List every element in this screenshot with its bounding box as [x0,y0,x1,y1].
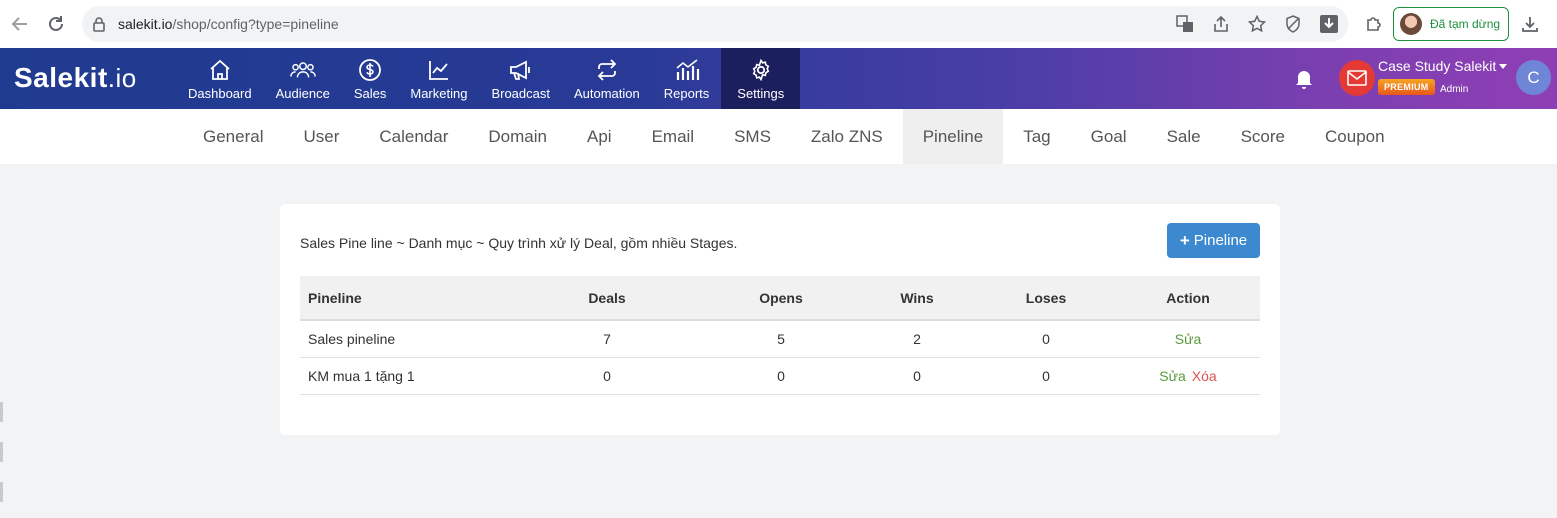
deals-count: 0 [510,357,704,395]
users-icon [289,57,316,83]
chart-line-icon [426,57,452,83]
col-header-loses[interactable]: Loses [976,276,1116,321]
share-icon[interactable] [1210,13,1232,35]
plan-badge: PREMIUM [1378,79,1435,95]
card-description: Sales Pine line ~ Danh mục ~ Quy trình x… [300,235,738,251]
pipeline-card: Sales Pine line ~ Danh mục ~ Quy trình x… [280,204,1280,435]
edge-marker [0,402,3,422]
salekit-logo[interactable]: Salekit.io [14,62,137,94]
pipeline-table: Pineline Deals Opens Wins Loses Action S… [300,276,1260,395]
tab-tag[interactable]: Tag [1003,109,1070,164]
tab-calendar[interactable]: Calendar [359,109,468,164]
tab-user[interactable]: User [283,109,359,164]
tab-zalo-zns[interactable]: Zalo ZNS [791,109,903,164]
table-row: Sales pineline 7 5 2 0 Sửa [300,320,1260,358]
col-header-deals[interactable]: Deals [510,276,704,321]
tab-score[interactable]: Score [1221,109,1305,164]
lock-icon [92,16,106,37]
tab-sale[interactable]: Sale [1147,109,1221,164]
delete-link[interactable]: Xóa [1192,368,1217,384]
nav-settings[interactable]: Settings [721,48,801,109]
mail-icon[interactable] [1339,60,1375,96]
tab-pineline[interactable]: Pineline [902,109,1004,164]
tab-domain[interactable]: Domain [468,109,567,164]
plus-icon: + [1179,230,1190,250]
pipeline-name: KM mua 1 tặng 1 [300,357,510,395]
profile-status-label: Đã tạm dừng [1430,17,1501,31]
settings-tabs: General User Calendar Domain Api Email S… [0,109,1557,164]
home-icon [207,57,233,83]
account-name[interactable]: Case Study Salekit [1378,58,1496,74]
tab-sms[interactable]: SMS [714,109,791,164]
nav-sales[interactable]: Sales [342,48,399,109]
col-header-wins[interactable]: Wins [858,276,976,321]
address-bar[interactable]: salekit.io/shop/config?type=pineline [82,6,1348,42]
back-arrow-icon[interactable] [8,12,32,36]
pipeline-name: Sales pineline [300,320,510,358]
nav-automation[interactable]: Automation [562,48,652,109]
wins-count: 0 [858,357,976,395]
download-box-icon[interactable] [1318,13,1340,35]
gear-icon [748,57,774,83]
translate-icon[interactable] [1174,13,1196,35]
shield-icon[interactable] [1282,13,1304,35]
main-nav: Dashboard Audience Sales Marketing Broad… [176,48,801,109]
loses-count: 0 [976,320,1116,358]
loses-count: 0 [976,357,1116,395]
table-header-row: Pineline Deals Opens Wins Loses Action [300,276,1260,321]
profile-button[interactable]: Đã tạm dừng [1393,7,1509,41]
nav-dashboard[interactable]: Dashboard [176,48,264,109]
nav-marketing[interactable]: Marketing [398,48,479,109]
downloads-icon[interactable] [1518,12,1542,36]
repeat-icon [594,57,620,83]
action-cell: Sửa [1116,320,1260,358]
opens-count: 5 [704,320,858,358]
edge-marker [0,442,3,462]
col-header-pineline[interactable]: Pineline [300,276,510,321]
wins-count: 2 [858,320,976,358]
edit-link[interactable]: Sửa [1159,368,1186,384]
col-header-opens[interactable]: Opens [704,276,858,321]
account-caret-down-icon[interactable] [1499,64,1507,69]
tab-general[interactable]: General [183,109,283,164]
edit-link[interactable]: Sửa [1175,331,1202,347]
opens-count: 0 [704,357,858,395]
star-icon[interactable] [1246,13,1268,35]
notification-bell-icon[interactable] [1292,66,1316,95]
tab-goal[interactable]: Goal [1071,109,1147,164]
app-header: Salekit.io Dashboard Audience Sales Mark… [0,48,1557,109]
reload-icon[interactable] [44,12,68,36]
table-row: KM mua 1 tặng 1 0 0 0 0 Sửa Xóa [300,357,1260,395]
edge-marker [0,482,3,502]
user-role: Admin [1440,84,1469,95]
bar-chart-icon [674,57,700,83]
profile-photo [1400,13,1422,35]
dollar-icon [357,57,383,83]
tab-api[interactable]: Api [567,109,632,164]
add-pipeline-button[interactable]: + Pineline [1167,223,1260,258]
tab-coupon[interactable]: Coupon [1305,109,1405,164]
nav-broadcast[interactable]: Broadcast [479,48,562,109]
deals-count: 7 [510,320,704,358]
avatar[interactable]: C [1516,60,1551,95]
url-text: salekit.io/shop/config?type=pineline [118,16,339,32]
action-cell: Sửa Xóa [1116,357,1260,395]
tab-email[interactable]: Email [632,109,715,164]
extensions-puzzle-icon[interactable] [1362,12,1386,36]
megaphone-icon [508,57,534,83]
nav-audience[interactable]: Audience [264,48,342,109]
nav-reports[interactable]: Reports [652,48,722,109]
col-header-action: Action [1116,276,1260,321]
browser-toolbar: salekit.io/shop/config?type=pineline Đã … [0,0,1557,48]
